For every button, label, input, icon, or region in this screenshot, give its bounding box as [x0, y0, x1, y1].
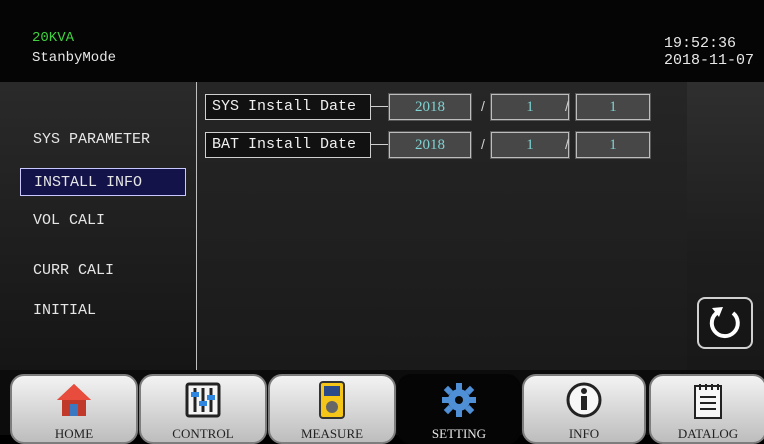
tab-control[interactable]: CONTROL — [139, 374, 267, 444]
date-separator: / — [481, 136, 485, 152]
sidebar-item-sys-parameter[interactable]: SYS PARAMETER — [20, 126, 186, 154]
tab-info[interactable]: INFO — [522, 374, 646, 444]
tab-setting[interactable]: SETTING — [397, 374, 521, 444]
tab-measure-label: MEASURE — [300, 426, 364, 441]
tab-setting-label: SETTING — [431, 426, 487, 441]
sidebar-item-vol-cali[interactable]: VOL CALI — [20, 207, 186, 235]
sidebar-item-curr-cali[interactable]: CURR CALI — [20, 257, 186, 285]
info-icon — [566, 382, 602, 418]
tab-home[interactable]: HOME — [10, 374, 138, 444]
status-header: 20KVA StanbyMode 19:52:36 2018-11-07 — [0, 0, 764, 82]
tab-control-label: CONTROL — [172, 426, 234, 441]
clock: 19:52:36 2018-11-07 — [664, 35, 754, 69]
bat-install-year-field[interactable]: 2018 — [388, 131, 472, 159]
sys-install-year-field[interactable]: 2018 — [388, 93, 472, 121]
sidebar-item-install-info[interactable]: INSTALL INFO — [20, 168, 186, 196]
date-separator: / — [565, 136, 569, 152]
refresh-icon — [709, 307, 740, 339]
gear-icon — [442, 383, 476, 417]
sys-install-day-field[interactable]: 1 — [575, 93, 651, 121]
date-separator: / — [481, 98, 485, 114]
bat-install-date-label: BAT Install Date — [205, 132, 371, 158]
connector-line — [371, 106, 389, 107]
bat-install-day-field[interactable]: 1 — [575, 131, 651, 159]
clock-date: 2018-11-07 — [664, 52, 755, 69]
date-separator: / — [565, 98, 569, 114]
home-icon — [57, 384, 91, 416]
tab-datalog-label: DATALOG — [677, 426, 739, 441]
operating-mode: StanbyMode — [32, 50, 117, 66]
device-model: 20KVA — [32, 30, 75, 46]
sys-install-month-field[interactable]: 1 — [490, 93, 570, 121]
bat-install-month-field[interactable]: 1 — [490, 131, 570, 159]
control-icon — [185, 382, 221, 418]
sys-install-date-label: SYS Install Date — [205, 94, 371, 120]
refresh-button[interactable] — [697, 297, 753, 349]
install-info-content — [197, 82, 687, 370]
measure-icon — [319, 381, 345, 419]
tab-home-label: HOME — [54, 426, 94, 441]
sidebar-item-initial[interactable]: INITIAL — [20, 297, 186, 325]
tab-datalog[interactable]: DATALOG — [649, 374, 764, 444]
clock-time: 19:52:36 — [664, 35, 737, 52]
datalog-icon — [694, 384, 722, 419]
tab-info-label: INFO — [568, 426, 600, 441]
connector-line — [371, 144, 389, 145]
tab-measure[interactable]: MEASURE — [268, 374, 396, 444]
